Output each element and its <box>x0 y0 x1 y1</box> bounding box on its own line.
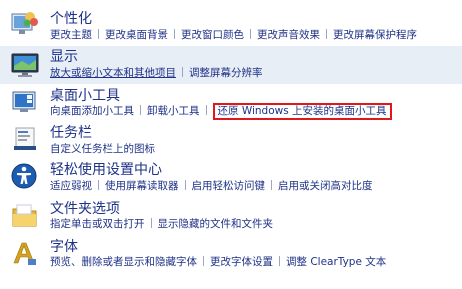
link-single-double-click[interactable]: 指定单击或双击打开 <box>50 218 145 230</box>
fonts-title[interactable]: 字体 <box>50 239 78 255</box>
link-uninstall-gadget[interactable]: 卸载小工具 <box>147 105 200 117</box>
ease-of-access-icon[interactable] <box>10 162 40 192</box>
category-ease-of-access: 轻松使用设置中心 适应弱视 使用屏幕读取器 启用轻松访问键 启用或关闭高对比度 <box>0 158 462 194</box>
separator <box>279 256 280 266</box>
fonts-links: 预览、删除或者显示和隐藏字体 更改字体设置 调整 ClearType 文本 <box>50 256 386 268</box>
personalization-links: 更改主题 更改桌面背景 更改窗口颜色 更改声音效果 更改屏幕保护程序 <box>50 29 417 41</box>
link-optimize-visual[interactable]: 适应弱视 <box>50 180 92 192</box>
desktop-gadgets-title[interactable]: 桌面小工具 <box>50 88 120 104</box>
link-enlarge-text[interactable]: 放大或缩小文本和其他项目 <box>50 67 176 79</box>
link-change-window-color[interactable]: 更改窗口颜色 <box>181 29 244 41</box>
link-adjust-cleartype[interactable]: 调整 ClearType 文本 <box>286 256 386 268</box>
separator <box>98 29 99 39</box>
separator <box>174 29 175 39</box>
link-high-contrast[interactable]: 启用或关闭高对比度 <box>278 180 373 192</box>
display-links: 放大或缩小文本和其他项目 调整屏幕分辨率 <box>50 67 263 79</box>
link-change-desktop-background[interactable]: 更改桌面背景 <box>105 29 168 41</box>
taskbar-links: 自定义任务栏上的图标 <box>50 143 155 155</box>
taskbar-title[interactable]: 任务栏 <box>50 125 92 141</box>
category-desktop-gadgets: 桌面小工具 向桌面添加小工具 卸载小工具 还原 Windows 上安装的桌面小工具 <box>0 86 462 122</box>
display-icon[interactable] <box>10 50 40 80</box>
folder-options-icon[interactable] <box>10 201 40 231</box>
personalization-title[interactable]: 个性化 <box>50 11 92 27</box>
category-taskbar: 任务栏 自定义任务栏上的图标 <box>0 122 462 156</box>
separator <box>98 180 99 190</box>
link-customize-taskbar-icons[interactable]: 自定义任务栏上的图标 <box>50 143 155 155</box>
fonts-icon[interactable] <box>10 239 40 269</box>
link-use-screen-reader[interactable]: 使用屏幕读取器 <box>105 180 179 192</box>
separator <box>250 29 251 39</box>
link-adjust-resolution[interactable]: 调整屏幕分辨率 <box>189 67 263 79</box>
separator <box>203 256 204 266</box>
link-change-font-settings[interactable]: 更改字体设置 <box>210 256 273 268</box>
folder-options-title[interactable]: 文件夹选项 <box>50 201 120 217</box>
separator <box>150 218 152 228</box>
category-display: 显示 放大或缩小文本和其他项目 调整屏幕分辨率 <box>0 46 462 84</box>
link-add-gadgets[interactable]: 向桌面添加小工具 <box>50 105 134 117</box>
separator <box>140 105 141 115</box>
link-change-sound-effects[interactable]: 更改声音效果 <box>257 29 320 41</box>
link-restore-gadgets[interactable]: 还原 Windows 上安装的桌面小工具 <box>212 103 392 120</box>
separator <box>271 180 272 190</box>
ease-of-access-title[interactable]: 轻松使用设置中心 <box>50 162 162 178</box>
folder-options-links: 指定单击或双击打开 显示隐藏的文件和文件夹 <box>50 218 273 230</box>
separator <box>326 29 327 39</box>
separator <box>182 67 183 77</box>
separator <box>184 180 186 190</box>
ease-of-access-links: 适应弱视 使用屏幕读取器 启用轻松访问键 启用或关闭高对比度 <box>50 180 373 192</box>
link-preview-delete-fonts[interactable]: 预览、删除或者显示和隐藏字体 <box>50 256 197 268</box>
category-fonts: 字体 预览、删除或者显示和隐藏字体 更改字体设置 调整 ClearType 文本 <box>0 236 462 276</box>
gadgets-icon[interactable] <box>10 88 40 118</box>
separator <box>205 105 207 115</box>
display-title[interactable]: 显示 <box>50 49 78 65</box>
link-change-screen-saver[interactable]: 更改屏幕保护程序 <box>333 29 417 41</box>
desktop-gadgets-links: 向桌面添加小工具 卸载小工具 还原 Windows 上安装的桌面小工具 <box>50 103 392 120</box>
link-change-theme[interactable]: 更改主题 <box>50 29 92 41</box>
category-personalization: 个性化 更改主题 更改桌面背景 更改窗口颜色 更改声音效果 更改屏幕保护程序 <box>0 6 462 46</box>
link-show-hidden-files[interactable]: 显示隐藏的文件和文件夹 <box>158 218 274 230</box>
taskbar-icon[interactable] <box>10 124 40 154</box>
category-folder-options: 文件夹选项 指定单击或双击打开 显示隐藏的文件和文件夹 <box>0 198 462 234</box>
personalization-icon[interactable] <box>10 8 40 38</box>
link-turn-on-access-keys[interactable]: 启用轻松访问键 <box>192 180 266 192</box>
